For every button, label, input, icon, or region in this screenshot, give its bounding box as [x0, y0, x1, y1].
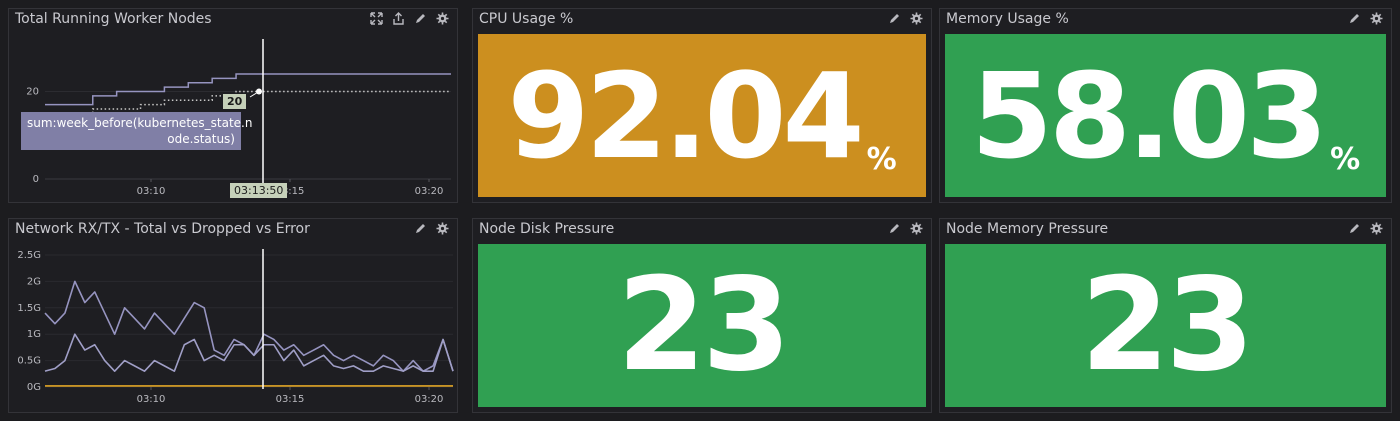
disk-pressure-value: 23	[616, 250, 791, 400]
tooltip-series: sum:week_before(kubernetes_state.n ode.s…	[21, 112, 252, 150]
memory-unit: %	[1330, 142, 1361, 177]
edit-icon[interactable]	[1348, 222, 1361, 235]
series-line	[44, 333, 454, 372]
panel-disk-pressure: Node Disk Pressure 23	[472, 218, 932, 413]
panel-title: Node Disk Pressure	[479, 221, 615, 237]
cursor-time-flag: 03:13:50	[230, 183, 288, 198]
series-line	[44, 280, 454, 372]
panel-actions	[1348, 222, 1383, 235]
disk-pressure-value-box: 23	[478, 244, 926, 407]
panel-network: Network RX/TX - Total vs Dropped vs Erro…	[8, 218, 458, 413]
edit-icon[interactable]	[888, 222, 901, 235]
x-tick-label: 03:20	[415, 186, 444, 197]
y-tick-label: 2G	[27, 276, 41, 287]
panel-actions	[888, 12, 923, 25]
x-tick-label: 03:20	[415, 394, 444, 405]
y-tick-label: 0G	[27, 382, 41, 393]
y-tick-label: 0.5G	[17, 356, 41, 367]
y-tick-label: 20	[26, 87, 39, 98]
memory-value-box: 58.03 %	[945, 34, 1386, 197]
series-line	[45, 90, 451, 115]
panel-title: Memory Usage %	[946, 11, 1069, 27]
gear-icon[interactable]	[1370, 12, 1383, 25]
panel-memory: Memory Usage % 58.03 %	[939, 8, 1392, 203]
x-tick-label: 03:10	[137, 394, 166, 405]
edit-icon[interactable]	[888, 12, 901, 25]
panel-cpu: CPU Usage % 92.04 %	[472, 8, 932, 203]
network-chart[interactable]: 0G 0.5G 1G 1.5G 2G 2.5G 03:10 03:15 03:20	[9, 219, 459, 414]
tooltip-value-flag: 20	[223, 94, 247, 109]
panel-title: CPU Usage %	[479, 11, 574, 27]
edit-icon[interactable]	[1348, 12, 1361, 25]
y-tick-label: 1.5G	[17, 303, 41, 314]
panel-memory-pressure: Node Memory Pressure 23	[939, 218, 1392, 413]
cpu-unit: %	[866, 142, 897, 177]
memory-value: 58.03	[970, 46, 1328, 185]
y-tick-label: 1G	[27, 329, 41, 340]
cpu-value-box: 92.04 %	[478, 34, 926, 197]
panel-actions	[888, 222, 923, 235]
gear-icon[interactable]	[1370, 222, 1383, 235]
series-line	[45, 73, 451, 106]
tooltip-connector	[249, 91, 260, 98]
gear-icon[interactable]	[910, 12, 923, 25]
y-tick-label: 0	[33, 174, 39, 185]
x-tick-label: 03:15	[276, 394, 305, 405]
gear-icon[interactable]	[910, 222, 923, 235]
x-tick-label: 03:10	[137, 186, 166, 197]
memory-pressure-value-box: 23	[945, 244, 1386, 407]
panel-title: Node Memory Pressure	[946, 221, 1109, 237]
y-tick-label: 2.5G	[17, 250, 41, 261]
panel-actions	[1348, 12, 1383, 25]
memory-pressure-value: 23	[1080, 250, 1254, 400]
panel-worker-nodes: Total Running Worker Nodes 0 20 03:10 03:15…	[8, 8, 458, 203]
cpu-value: 92.04	[507, 46, 864, 185]
